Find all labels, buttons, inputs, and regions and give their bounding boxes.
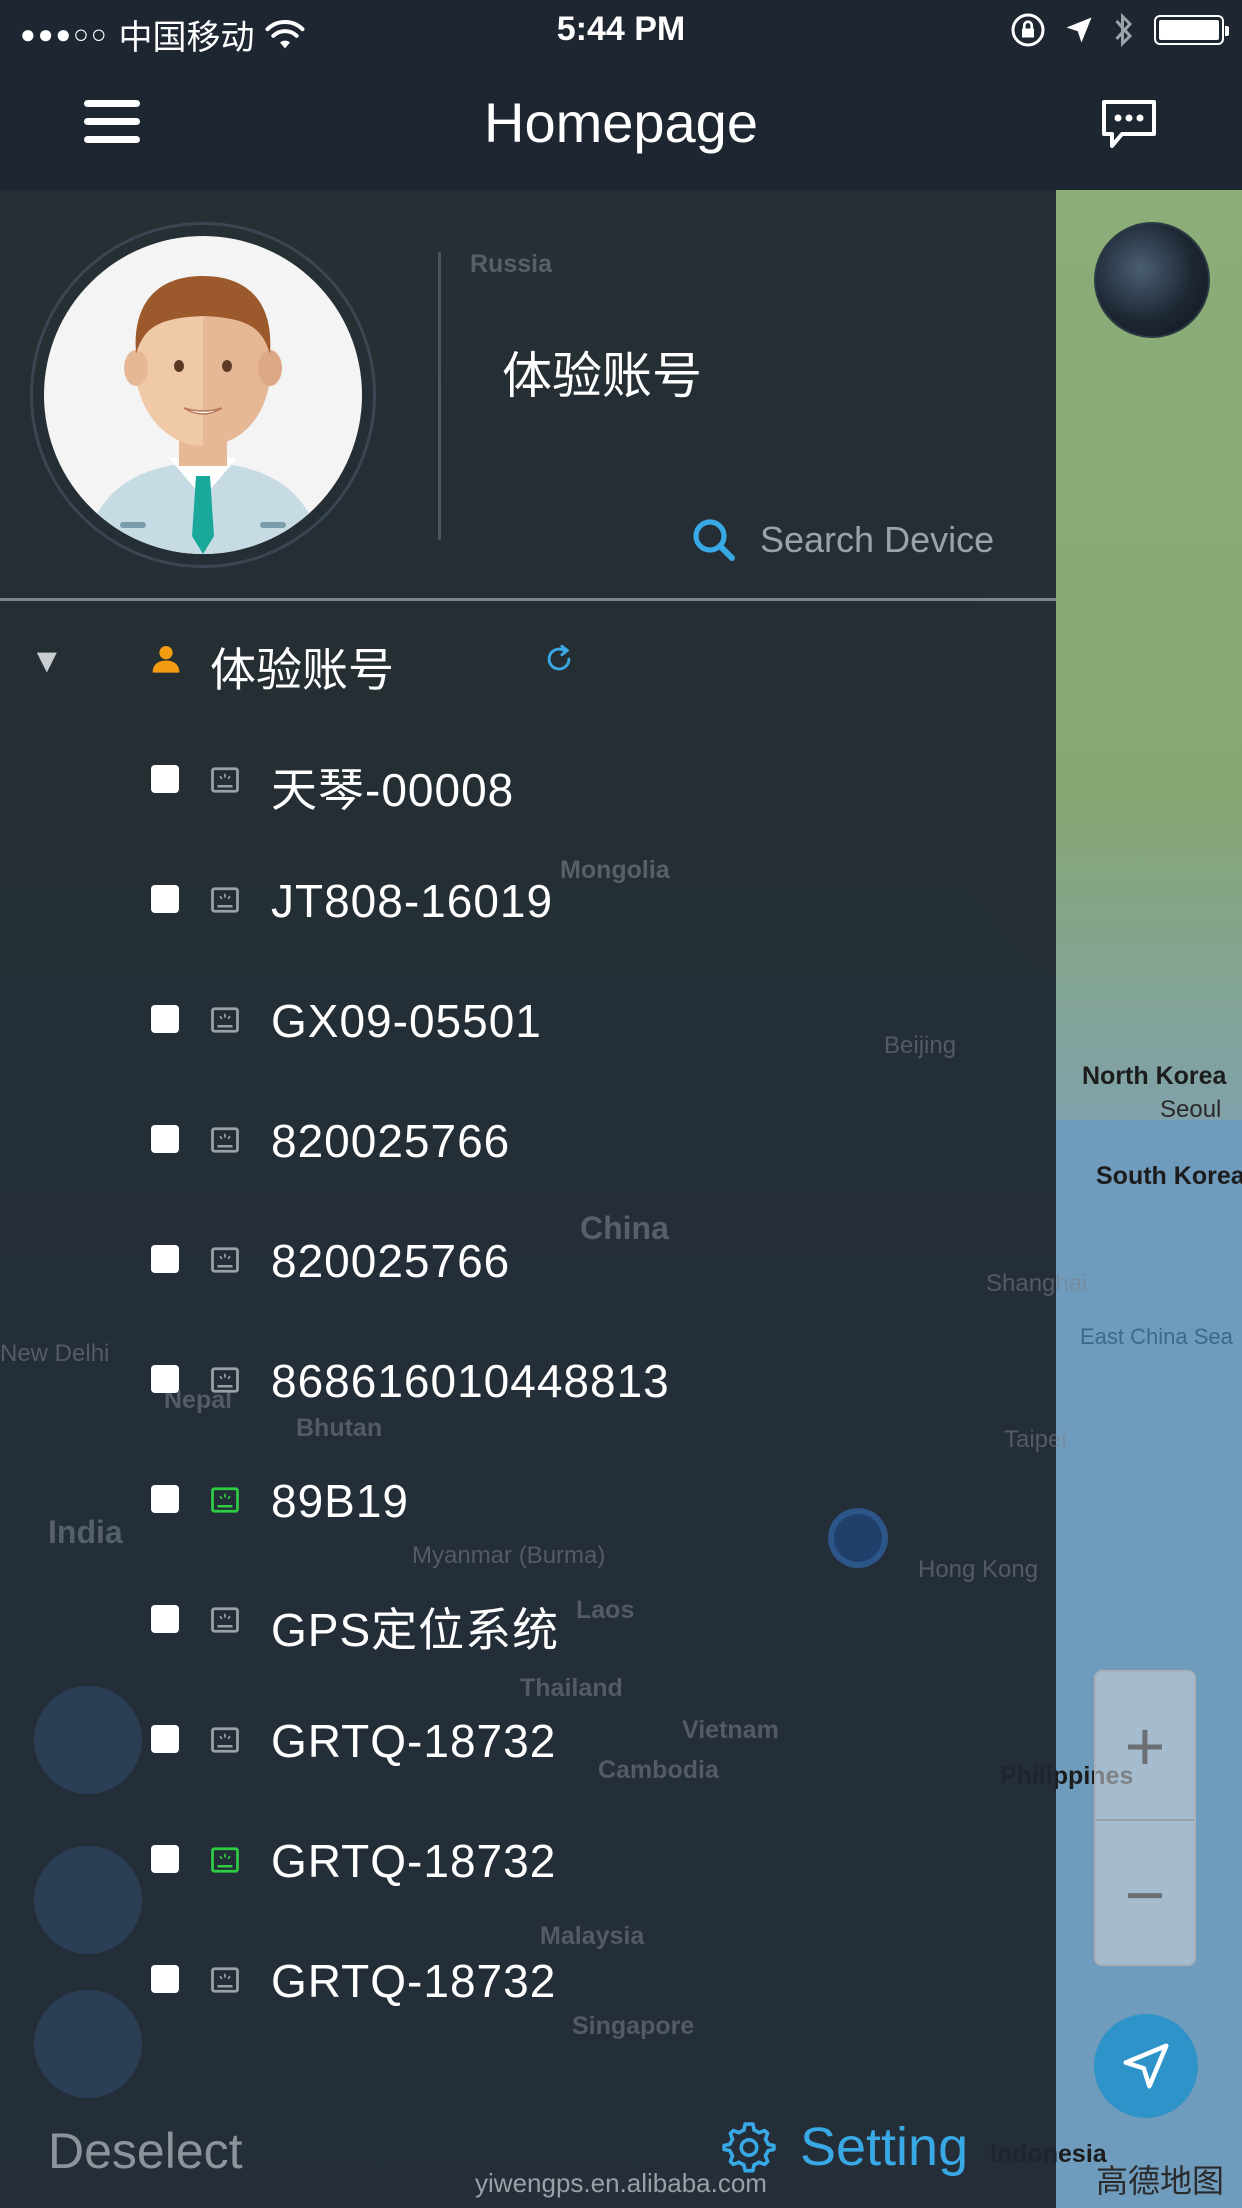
device-checkbox[interactable] — [151, 1965, 179, 1993]
device-label: GRTQ-18732 — [271, 1835, 557, 1887]
map-label: Russia — [470, 250, 552, 278]
location-services-icon — [1066, 17, 1092, 43]
map-label: Seoul — [1160, 1096, 1222, 1123]
map-label: North Korea — [1082, 1062, 1227, 1090]
device-offline-icon — [211, 1247, 239, 1273]
device-offline-icon — [211, 1727, 239, 1753]
device-offline-icon — [211, 1607, 239, 1633]
chat-bubble-icon[interactable] — [1100, 98, 1158, 150]
header-divider — [438, 252, 441, 540]
device-group-row[interactable]: ▼ 体验账号 — [0, 620, 1056, 700]
device-label: GRTQ-18732 — [271, 1715, 557, 1767]
status-right — [1010, 12, 1229, 48]
avatar[interactable] — [30, 222, 376, 568]
device-checkbox[interactable] — [151, 1245, 179, 1273]
bluetooth-icon — [1115, 12, 1133, 48]
device-offline-icon — [211, 887, 239, 913]
device-row[interactable]: GRTQ-18732 — [0, 1680, 1056, 1800]
map-label: East China Sea — [1080, 1324, 1233, 1349]
device-label: 820025766 — [271, 1115, 511, 1167]
device-list: 天琴-00008 JT808-16019 GX09-05501 820025766 82… — [0, 720, 1056, 2040]
rotation-lock-icon — [1011, 13, 1045, 47]
device-offline-icon — [211, 767, 239, 793]
device-checkbox[interactable] — [151, 1605, 179, 1633]
user-avatar-image — [44, 236, 362, 554]
device-row[interactable]: 天琴-00008 — [0, 720, 1056, 840]
device-row[interactable]: GX09-05501 — [0, 960, 1056, 1080]
map-land — [1056, 190, 1242, 1190]
device-checkbox[interactable] — [151, 885, 179, 913]
locate-me-button[interactable] — [1094, 2014, 1198, 2118]
search-icon — [693, 519, 735, 561]
refresh-icon[interactable] — [542, 642, 576, 676]
device-row[interactable]: 868616010448813 — [0, 1320, 1056, 1440]
device-online-icon — [211, 1487, 239, 1513]
device-checkbox[interactable] — [151, 1725, 179, 1753]
header-separator — [0, 598, 1056, 601]
device-checkbox[interactable] — [151, 1485, 179, 1513]
device-row[interactable]: 820025766 — [0, 1200, 1056, 1320]
search-device-field[interactable]: Search Device — [690, 516, 994, 564]
device-checkbox[interactable] — [151, 1365, 179, 1393]
device-label: GPS定位系统 — [271, 1604, 560, 1656]
device-row[interactable]: GRTQ-18732 — [0, 1920, 1056, 2040]
device-offline-icon — [211, 1127, 239, 1153]
person-icon — [152, 646, 180, 673]
device-checkbox[interactable] — [151, 765, 179, 793]
device-offline-icon — [211, 1967, 239, 1993]
device-row[interactable]: JT808-16019 — [0, 840, 1056, 960]
navigation-arrow-icon — [1123, 2043, 1169, 2089]
device-offline-icon — [211, 1007, 239, 1033]
battery-icon — [1154, 15, 1229, 45]
device-online-icon — [211, 1847, 239, 1873]
device-label: JT808-16019 — [271, 875, 554, 927]
status-bar: ●●●○○ 中国移动 5:44 PM — [0, 0, 1242, 62]
map-layer-globe-button[interactable] — [1094, 222, 1210, 338]
device-label: 天琴-00008 — [271, 764, 515, 816]
zoom-control: + − — [1094, 1670, 1196, 1966]
device-row[interactable]: GPS定位系统 — [0, 1560, 1056, 1680]
device-label: 868616010448813 — [271, 1355, 670, 1407]
group-label: 体验账号 — [210, 644, 394, 696]
map-label: South Korea — [1096, 1162, 1242, 1190]
device-checkbox[interactable] — [151, 1845, 179, 1873]
collapse-triangle-icon[interactable]: ▼ — [30, 642, 64, 681]
device-label: GRTQ-18732 — [271, 1955, 557, 2007]
zoom-in-button[interactable]: + — [1096, 1672, 1194, 1819]
top-navigation-bar: ●●●○○ 中国移动 5:44 PM Homepage — [0, 0, 1242, 190]
device-checkbox[interactable] — [151, 1125, 179, 1153]
device-label: GX09-05501 — [271, 995, 542, 1047]
device-label: 89B19 — [271, 1475, 410, 1527]
watermark: yiwengps.en.alibaba.com — [475, 2168, 767, 2198]
device-row[interactable]: GRTQ-18732 — [0, 1800, 1056, 1920]
device-row[interactable]: 820025766 — [0, 1080, 1056, 1200]
search-placeholder: Search Device — [760, 519, 995, 560]
device-checkbox[interactable] — [151, 1005, 179, 1033]
device-label: 820025766 — [271, 1235, 511, 1287]
user-avatar-icon — [84, 276, 322, 554]
device-offline-icon — [211, 1367, 239, 1393]
device-row[interactable]: 89B19 — [0, 1440, 1056, 1560]
zoom-out-button[interactable]: − — [1096, 1821, 1194, 1968]
page-title: Homepage — [484, 91, 758, 154]
account-name: 体验账号 — [502, 348, 702, 404]
